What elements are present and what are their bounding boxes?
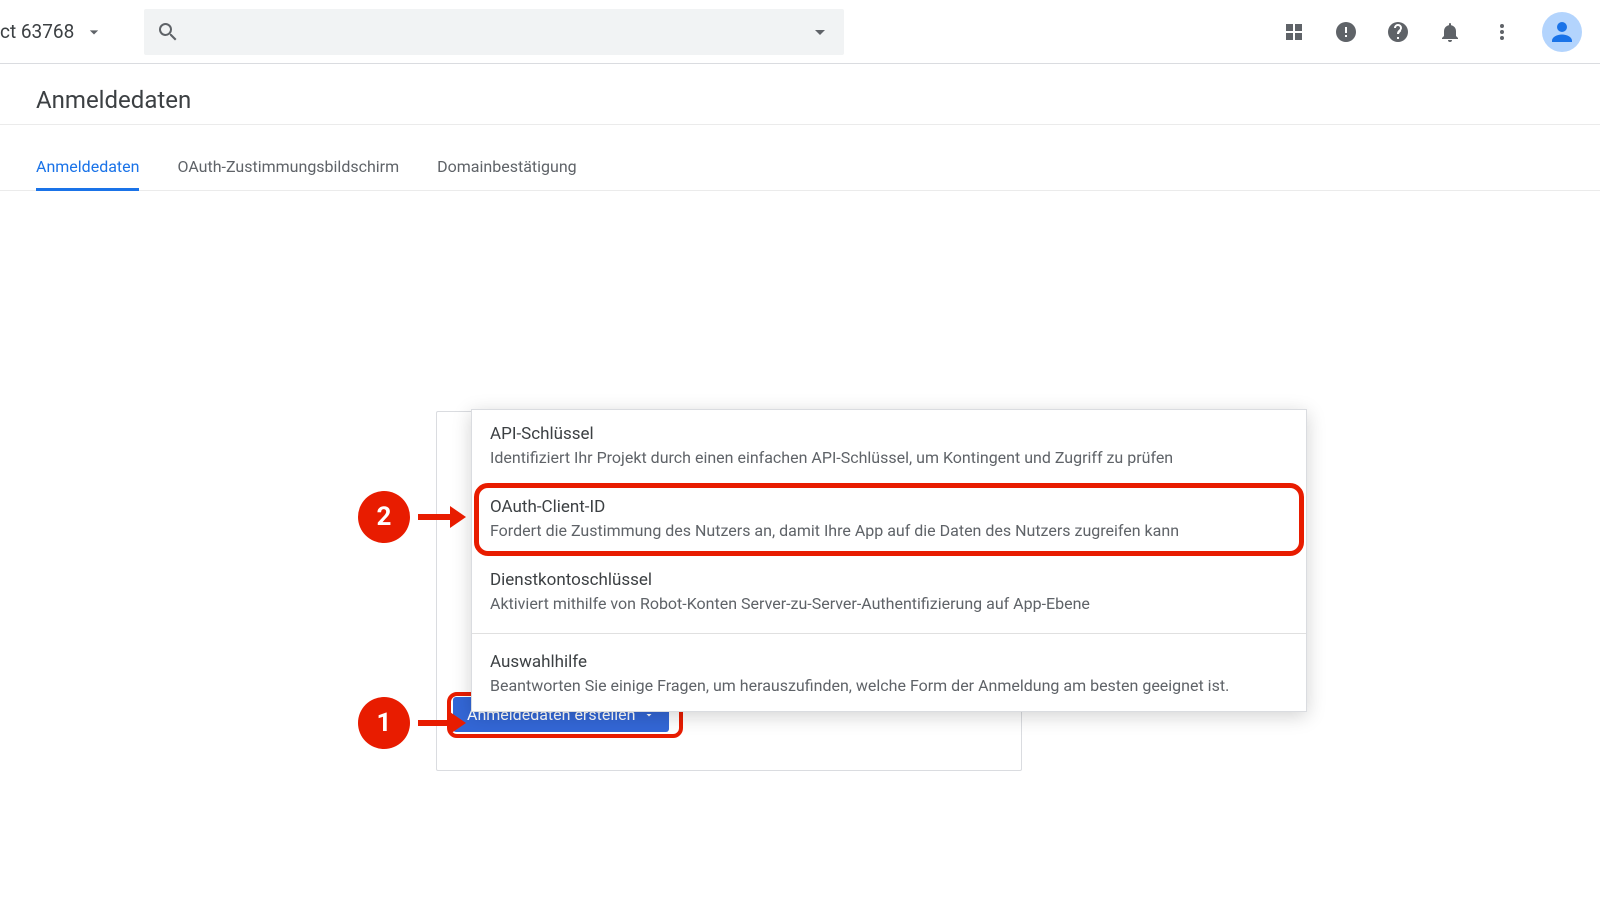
menu-item-api-key-title: API-Schlüssel [490, 424, 1288, 444]
top-app-bar: ct 63768 [0, 0, 1600, 64]
person-icon [1547, 17, 1577, 47]
search-icon [156, 20, 180, 44]
notifications-icon[interactable] [1438, 20, 1462, 44]
more-vert-icon[interactable] [1490, 20, 1514, 44]
menu-item-sak-title: Dienstkontoschlüssel [490, 570, 1288, 590]
gift-icon[interactable] [1282, 20, 1306, 44]
annotation-bubble-2: 2 [358, 491, 410, 543]
top-icons [1282, 12, 1582, 52]
annotation-1: 1 [358, 697, 456, 749]
annotation-2: 2 [358, 491, 456, 543]
project-name: ct 63768 [0, 20, 74, 43]
menu-separator [472, 633, 1306, 634]
page-title: Anmeldedaten [36, 86, 1564, 114]
menu-item-service-account-key[interactable]: Dienstkontoschlüssel Aktiviert mithilfe … [472, 556, 1306, 629]
menu-item-help-me-choose[interactable]: Auswahlhilfe Beantworten Sie einige Frag… [472, 638, 1306, 711]
menu-item-oauth-desc: Fordert die Zustimmung des Nutzers an, d… [490, 521, 1288, 540]
search-input[interactable] [180, 23, 808, 41]
account-avatar[interactable] [1542, 12, 1582, 52]
menu-item-api-key-desc: Identifiziert Ihr Projekt durch einen ei… [490, 448, 1288, 467]
tab-oauth-consent[interactable]: OAuth-Zustimmungsbildschirm [177, 157, 399, 190]
menu-item-help-desc: Beantworten Sie einige Fragen, um heraus… [490, 676, 1288, 695]
menu-item-api-key[interactable]: API-Schlüssel Identifiziert Ihr Projekt … [472, 410, 1306, 483]
annotation-bubble-1: 1 [358, 697, 410, 749]
tab-credentials[interactable]: Anmeldedaten [36, 157, 139, 191]
annotation-arrow-1 [418, 720, 456, 726]
help-icon[interactable] [1386, 20, 1410, 44]
annotation-arrow-2 [418, 514, 456, 520]
caret-down-icon [84, 22, 104, 42]
menu-item-help-title: Auswahlhilfe [490, 652, 1288, 672]
chevron-down-icon[interactable] [808, 20, 832, 44]
project-switcher[interactable]: ct 63768 [0, 20, 104, 43]
menu-item-oauth-client-id[interactable]: OAuth-Client-ID Fordert die Zustimmung d… [472, 483, 1306, 556]
menu-item-sak-desc: Aktiviert mithilfe von Robot-Konten Serv… [490, 594, 1288, 613]
feedback-icon[interactable] [1334, 20, 1358, 44]
tab-domain-verification[interactable]: Domainbestätigung [437, 157, 577, 190]
menu-item-oauth-title: OAuth-Client-ID [490, 497, 1288, 517]
global-search[interactable] [144, 9, 844, 55]
page-header: Anmeldedaten [0, 64, 1600, 125]
create-credentials-menu: API-Schlüssel Identifiziert Ihr Projekt … [471, 409, 1307, 712]
tabs: Anmeldedaten OAuth-Zustimmungsbildschirm… [0, 157, 1600, 191]
stage: Anmeldedaten erstellen API-Schlüssel Ide… [0, 191, 1600, 891]
